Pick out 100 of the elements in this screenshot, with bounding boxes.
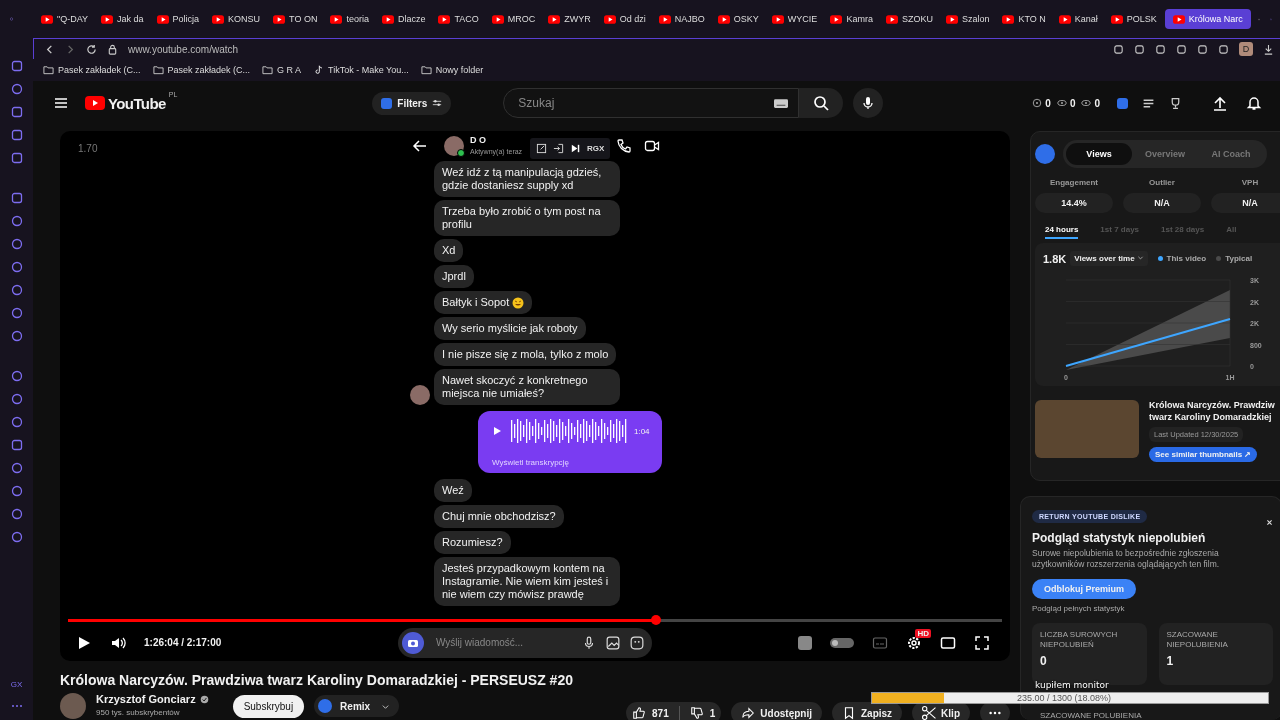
browser-tab[interactable]: Jak da	[96, 10, 149, 28]
popout-icon[interactable]	[536, 143, 547, 154]
app-icon[interactable]	[10, 370, 23, 382]
app-icon[interactable]	[10, 60, 23, 72]
browser-tab[interactable]: NAJBO	[653, 10, 710, 28]
play-logo-icon[interactable]	[85, 96, 105, 110]
app-icon[interactable]	[10, 83, 23, 95]
app-icon[interactable]	[10, 330, 23, 342]
enter-icon[interactable]	[553, 143, 564, 154]
menu-icon[interactable]	[53, 95, 69, 111]
chart-dropdown[interactable]: Views over time	[1070, 251, 1148, 266]
reload-icon[interactable]	[86, 43, 97, 55]
skip-icon[interactable]	[570, 143, 581, 154]
overlay-label[interactable]: RGX	[587, 144, 605, 153]
download-icon[interactable]	[1263, 43, 1274, 55]
view-tab[interactable]: Views	[1066, 143, 1132, 165]
theater-mode-icon[interactable]	[940, 634, 956, 651]
app-icon[interactable]	[10, 129, 23, 141]
iq-logo-icon[interactable]	[1117, 97, 1128, 109]
fullscreen-icon[interactable]	[974, 634, 990, 651]
extension-icon[interactable]	[1197, 43, 1208, 55]
browser-tab[interactable]: Policja	[151, 10, 205, 28]
browser-tab[interactable]: KTO N	[997, 10, 1051, 28]
bell-icon[interactable]	[1246, 95, 1262, 111]
share-button[interactable]: Udostępnij	[731, 702, 822, 720]
search-button[interactable]	[799, 88, 844, 118]
bookmark[interactable]: G R A	[262, 65, 302, 75]
app-icon[interactable]	[10, 215, 23, 227]
app-icon[interactable]	[10, 416, 23, 428]
profile-avatar[interactable]: D	[1239, 42, 1253, 56]
browser-tab[interactable]: OSKY	[712, 10, 764, 28]
extension-icon[interactable]	[1113, 43, 1124, 55]
filters-button[interactable]: Filters	[372, 91, 452, 115]
app-icon[interactable]	[10, 192, 23, 204]
extension-icon[interactable]	[1134, 43, 1145, 55]
browser-tab[interactable]: Kanał	[1053, 10, 1103, 28]
browser-tab[interactable]: Królowa Narc	[1164, 9, 1251, 29]
app-icon[interactable]	[10, 261, 23, 273]
browser-tab[interactable]: POLSK	[1105, 10, 1162, 28]
back-icon[interactable]	[44, 43, 55, 55]
close-icon[interactable]	[1266, 519, 1273, 526]
browser-tab[interactable]: KONSU	[207, 10, 266, 28]
remix-button[interactable]: Remix	[314, 695, 400, 717]
extension-icon[interactable]	[1218, 43, 1229, 55]
dislike-button[interactable]: 1	[689, 706, 716, 720]
upload-icon[interactable]	[1212, 95, 1228, 111]
transcript-link[interactable]: Wyświetl transkrypcję	[492, 458, 654, 467]
app-icon[interactable]	[10, 152, 23, 164]
bookmark[interactable]: Pasek zakładek (C...	[152, 65, 251, 75]
browser-tab[interactable]: WYCIE	[766, 10, 823, 28]
message-input[interactable]: Wyślij wiadomość...	[434, 636, 572, 649]
app-icon[interactable]	[10, 284, 23, 296]
channel-name[interactable]: Krzysztof Gonciarz	[96, 693, 196, 706]
progress-track[interactable]	[68, 618, 1002, 622]
keyboard-icon[interactable]	[774, 98, 789, 108]
iq-logo-icon[interactable]	[798, 635, 812, 650]
browser-tab[interactable]: ZWYR	[543, 10, 596, 28]
microphone-icon[interactable]	[582, 635, 596, 650]
extension-icon[interactable]	[1155, 43, 1166, 55]
browser-tab[interactable]: Kamra	[825, 10, 878, 28]
lock-icon[interactable]	[107, 43, 118, 55]
browser-tab[interactable]: MROC	[486, 10, 541, 28]
sticker-icon[interactable]	[630, 635, 644, 650]
browser-tab[interactable]: SZOKU	[880, 10, 938, 28]
browser-tab[interactable]: Od dzi	[598, 10, 651, 28]
play-icon[interactable]	[76, 634, 92, 651]
app-icon[interactable]	[10, 508, 23, 520]
browser-tab[interactable]: TACO	[433, 10, 484, 28]
search-bar[interactable]: Szukaj	[503, 88, 800, 118]
subscribe-button[interactable]: Subskrybuj	[232, 694, 305, 718]
app-icon[interactable]	[10, 307, 23, 319]
bookmark[interactable]: Nowy folder	[420, 65, 484, 75]
app-icon[interactable]	[10, 439, 23, 451]
logo-text[interactable]: YouTube	[108, 94, 166, 112]
settings-icon[interactable]	[906, 634, 922, 651]
app-icon[interactable]	[10, 485, 23, 497]
browser-tab[interactable]: "Q-DAY	[36, 10, 94, 28]
trophy-icon[interactable]	[1169, 96, 1182, 110]
autoplay-toggle[interactable]	[830, 637, 854, 648]
browser-tab[interactable]: Dlacze	[376, 10, 431, 28]
app-icon[interactable]	[10, 238, 23, 250]
similar-thumbnails-button[interactable]: See similar thumbnails ↗	[1149, 447, 1258, 462]
range-tab[interactable]: 24 hours	[1045, 225, 1079, 239]
camera-button[interactable]	[402, 631, 424, 654]
browser-tab[interactable]: TO ON	[268, 10, 323, 28]
subtitles-icon[interactable]	[872, 634, 888, 651]
app-icon[interactable]	[10, 106, 23, 118]
save-button[interactable]: Zapisz	[832, 702, 903, 720]
browser-tab[interactable]: Szalon	[940, 10, 995, 28]
like-button[interactable]: 871	[632, 706, 669, 720]
search-field[interactable]: Szukaj	[516, 95, 775, 111]
bookmark[interactable]: Pasek zakładek (C...	[43, 65, 141, 75]
voice-search-button[interactable]	[853, 88, 884, 118]
app-icon[interactable]	[10, 393, 23, 405]
forward-icon[interactable]	[65, 43, 76, 55]
address-field[interactable]: www.youtube.com/watch	[128, 43, 239, 55]
iq-logo-icon[interactable]	[1035, 144, 1055, 164]
image-icon[interactable]	[606, 635, 620, 650]
channel-avatar[interactable]	[60, 693, 86, 719]
video-player[interactable]	[60, 131, 1010, 661]
